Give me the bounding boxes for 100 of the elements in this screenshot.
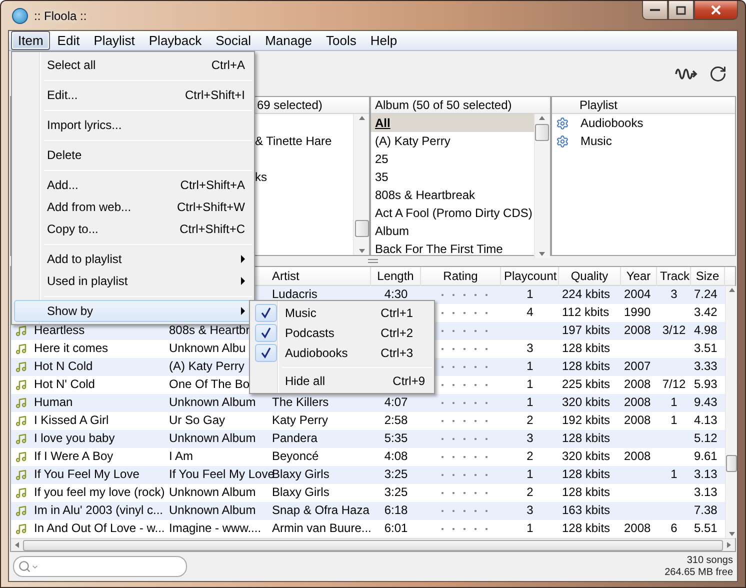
- table-cell-text: 1: [670, 466, 678, 483]
- menu-title[interactable]: Manage: [258, 31, 320, 50]
- table-cell-text: 3: [670, 286, 678, 303]
- table-cell-text: Katy Perry: [271, 412, 330, 429]
- menu-title[interactable]: Item: [11, 31, 50, 50]
- table-cell-text: 2008: [623, 412, 652, 429]
- table-cell-text: 5.51: [693, 520, 718, 537]
- maximize-button[interactable]: [668, 1, 694, 20]
- list-item[interactable]: 808s & Heartbreak: [371, 186, 534, 204]
- table-cell-text: 7.38: [693, 502, 718, 519]
- playlist-name: Audiobooks: [580, 115, 644, 132]
- gear-icon: [556, 134, 568, 148]
- close-icon: [711, 5, 721, 15]
- table-cell-text: 2008: [623, 520, 652, 537]
- menu-title[interactable]: Tools: [319, 31, 364, 50]
- table-cell-text: 4:30: [383, 286, 409, 303]
- table-cell-text: 3.42: [693, 304, 718, 321]
- pane-header: Album (50 of 50 selected): [371, 97, 550, 114]
- list-item[interactable]: (A) Katy Perry: [371, 132, 534, 150]
- table-cell-text: If you feel my love (rock): [33, 484, 166, 501]
- music-note-icon: [15, 523, 27, 535]
- table-cell-text: 2008: [623, 448, 652, 465]
- shortcut-text: Ctrl+Shift+W: [176, 200, 245, 214]
- app-icon: [12, 8, 28, 24]
- table-cell-text: 1990: [623, 304, 652, 321]
- table-cell-text: 2: [526, 484, 534, 501]
- table-cell-text: 320 kbits: [561, 394, 612, 411]
- music-note-icon: [15, 487, 27, 499]
- table-cell-text: Here it comes: [33, 340, 110, 357]
- table-cell-text: 3:25: [383, 484, 409, 501]
- music-note-icon: [15, 505, 27, 517]
- search-field[interactable]: [13, 556, 187, 577]
- list-item[interactable]: Act A Fool (Promo Dirty CDS): [371, 204, 534, 222]
- wave-arrow-icon[interactable]: [675, 66, 699, 80]
- music-note-icon: [15, 343, 27, 355]
- list-item[interactable]: Album: [371, 222, 534, 240]
- submenu-item[interactable]: Used in playlist: [14, 270, 252, 292]
- table-cell-text: Unknown Albu: [168, 340, 247, 357]
- menu-item[interactable]: Hide all Ctrl+9: [252, 371, 432, 391]
- table-cell-text: 2008: [623, 322, 652, 339]
- menu-title[interactable]: Edit: [50, 31, 87, 50]
- scrollbar[interactable]: [534, 114, 550, 258]
- table-cell-text: 2008: [623, 394, 652, 411]
- maximize-icon: [676, 6, 686, 14]
- music-note-icon: [15, 379, 27, 391]
- playlist-item[interactable]: Music: [552, 132, 735, 150]
- list-item[interactable]: 25: [371, 150, 534, 168]
- menu-item[interactable]: Delete: [14, 144, 252, 166]
- table-cell-text: 3.13: [693, 466, 718, 483]
- table-cell-text: 808s & Heartbr: [168, 322, 251, 339]
- table-cell-text: Beyoncé: [271, 448, 320, 465]
- check-icon: [260, 327, 272, 339]
- list-item[interactable]: & Tinette Hare: [251, 132, 353, 168]
- scrollbar[interactable]: [725, 286, 737, 538]
- menu-item[interactable]: Add... Ctrl+Shift+A: [14, 174, 252, 196]
- list-item[interactable]: ks: [251, 168, 353, 204]
- table-cell-text: 3.51: [693, 340, 718, 357]
- list-item[interactable]: 35: [371, 168, 534, 186]
- menu-check-item[interactable]: Music Ctrl+1: [252, 303, 432, 323]
- menu-title[interactable]: Social: [208, 31, 258, 50]
- table-cell-text: 128 kbits: [561, 466, 612, 483]
- table-cell-text: 225 kbits: [561, 376, 612, 393]
- playlist-item[interactable]: Audiobooks: [552, 114, 735, 132]
- menu-title[interactable]: Help: [363, 31, 404, 50]
- table-cell-text: 9.43: [693, 394, 718, 411]
- refresh-icon[interactable]: [709, 64, 727, 82]
- table-cell-text: The Killers: [271, 394, 330, 411]
- submenu-arrow-icon: [241, 307, 245, 315]
- music-note-icon: [15, 469, 27, 481]
- menu-title[interactable]: Playback: [142, 31, 209, 50]
- minimize-button[interactable]: [642, 1, 668, 20]
- table-cell-text: Ur So Gay: [168, 412, 226, 429]
- table-cell-text: 320 kbits: [561, 448, 612, 465]
- table-cell-text: 112 kbits: [561, 304, 610, 321]
- menu-item[interactable]: Copy to... Ctrl+Shift+C: [14, 218, 252, 240]
- close-button[interactable]: [694, 1, 738, 20]
- scrollbar[interactable]: [353, 114, 369, 255]
- submenu-item[interactable]: Show by: [14, 300, 252, 322]
- table-cell-text: One Of The Bo: [168, 376, 250, 393]
- table-cell-text: 4: [526, 304, 534, 321]
- table-cell-text: Blaxy Girls: [271, 484, 330, 501]
- table-cell-text: 128 kbits: [561, 430, 612, 447]
- music-note-icon: [15, 325, 27, 337]
- horizontal-scrollbar[interactable]: [11, 538, 735, 551]
- list-item[interactable]: Back For The First Time: [371, 240, 534, 258]
- table-cell-text: 2008: [623, 376, 652, 393]
- submenu-item[interactable]: Add to playlist: [14, 248, 252, 270]
- menu-item[interactable]: Select all Ctrl+A: [14, 54, 252, 76]
- table-cell-text: 2004: [623, 286, 652, 303]
- table-cell-text: 2007: [623, 358, 652, 375]
- submenu-arrow-icon: [241, 277, 245, 285]
- menu-check-item[interactable]: Audiobooks Ctrl+3: [252, 343, 432, 363]
- menu-title[interactable]: Playlist: [86, 31, 142, 50]
- list-item[interactable]: All: [371, 114, 534, 132]
- table-cell-text: Snap & Ofra Haza: [271, 502, 370, 519]
- menu-check-item[interactable]: Podcasts Ctrl+2: [252, 323, 432, 343]
- table-cell-text: Unknown Album: [168, 502, 257, 519]
- table-cell-text: Ludacris: [271, 286, 318, 303]
- menu-item[interactable]: Import lyrics...: [14, 114, 252, 136]
- menu-item[interactable]: Add from web... Ctrl+Shift+W: [14, 196, 252, 218]
